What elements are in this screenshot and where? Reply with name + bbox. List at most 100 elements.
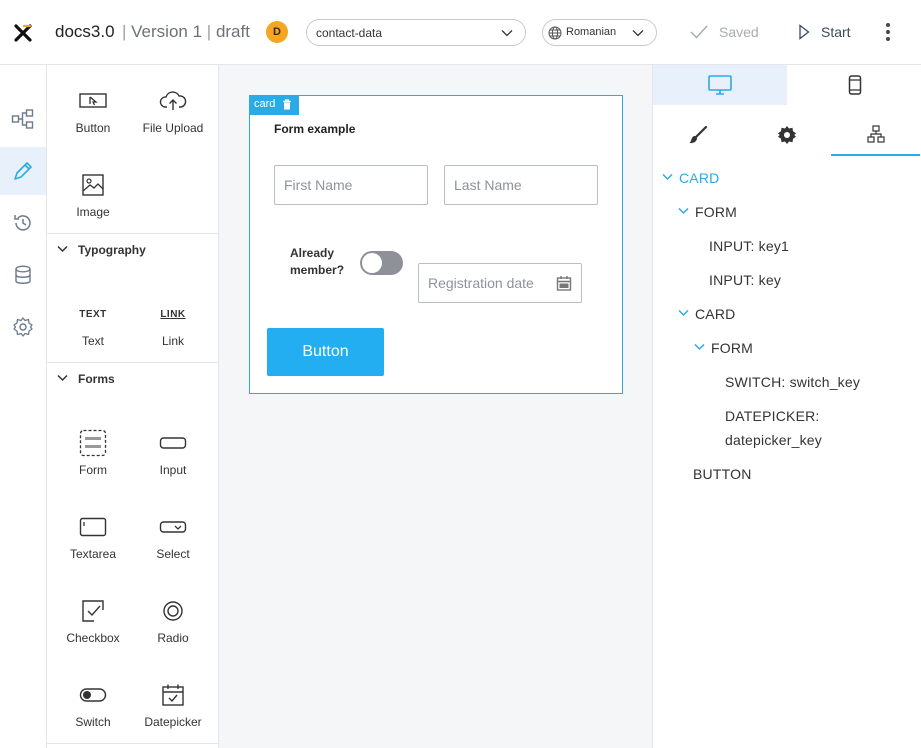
rail-item-settings[interactable] bbox=[0, 303, 46, 351]
first-name-input[interactable]: First Name bbox=[274, 165, 428, 205]
tree-node-datepicker-key[interactable]: datepicker_key bbox=[725, 432, 822, 448]
app-name: docs3.0 bbox=[55, 22, 115, 41]
section-forms[interactable]: Forms bbox=[47, 362, 218, 392]
switch-icon bbox=[79, 688, 107, 702]
palette-item-form[interactable]: Form bbox=[53, 429, 133, 477]
registration-date-input[interactable]: Registration date bbox=[418, 263, 582, 303]
palette-item-switch[interactable]: Switch bbox=[53, 681, 133, 729]
chevron-down-icon[interactable] bbox=[678, 207, 689, 215]
palette-item-text[interactable]: TEXT Text bbox=[53, 300, 133, 349]
checkbox-icon bbox=[82, 600, 104, 622]
palette-item-input[interactable]: Input bbox=[133, 429, 213, 477]
palette-item-checkbox[interactable]: Checkbox bbox=[53, 597, 133, 645]
globe-icon bbox=[548, 26, 562, 40]
tree-node-card[interactable]: CARD bbox=[678, 306, 735, 322]
tab-settings[interactable] bbox=[742, 113, 831, 156]
properties-panel: CARD FORM INPUT: key1 INPUT: key CARD FO… bbox=[652, 65, 921, 748]
tab-style[interactable] bbox=[653, 113, 742, 156]
more-options-icon[interactable] bbox=[878, 21, 898, 43]
chevron-down-icon bbox=[632, 30, 644, 37]
divider bbox=[47, 743, 218, 744]
top-bar: docs3.0 | Version 1 | draft D contact-da… bbox=[0, 0, 921, 65]
tree-node-input-key1[interactable]: INPUT: key1 bbox=[709, 238, 789, 254]
upload-cloud-icon bbox=[159, 91, 187, 110]
tree-node-button[interactable]: BUTTON bbox=[693, 466, 752, 482]
logo-icon[interactable] bbox=[13, 23, 33, 43]
text-icon: TEXT bbox=[79, 308, 107, 320]
palette-item-image[interactable]: Image bbox=[53, 171, 133, 219]
check-icon bbox=[690, 25, 708, 39]
card-tag: card bbox=[249, 95, 299, 115]
tree-node-datepicker[interactable]: DATEPICKER: bbox=[725, 408, 820, 424]
rail-item-flow[interactable] bbox=[0, 95, 46, 143]
tab-mobile[interactable] bbox=[788, 65, 921, 105]
database-icon bbox=[15, 265, 31, 284]
submit-button[interactable]: Button bbox=[267, 328, 384, 376]
data-source-select[interactable]: contact-data bbox=[306, 19, 526, 46]
tree-node-card[interactable]: CARD bbox=[662, 170, 719, 186]
palette-item-radio[interactable]: Radio bbox=[133, 597, 213, 645]
chevron-down-icon bbox=[501, 30, 513, 37]
language-select[interactable]: Romanian bbox=[542, 19, 657, 46]
design-canvas[interactable]: card Form example First Name Last Name A… bbox=[219, 65, 652, 748]
tree-node-form[interactable]: FORM bbox=[678, 204, 737, 220]
chevron-down-icon bbox=[57, 374, 68, 382]
language-value: Romanian bbox=[566, 26, 617, 38]
brush-icon bbox=[689, 125, 707, 143]
calendar-icon[interactable] bbox=[556, 275, 572, 291]
rail-item-history[interactable] bbox=[0, 199, 46, 247]
palette-item-datepicker[interactable]: Datepicker bbox=[133, 681, 213, 729]
rail-item-design[interactable] bbox=[0, 147, 46, 195]
chevron-down-icon[interactable] bbox=[678, 309, 689, 317]
separator: | bbox=[122, 22, 127, 41]
history-icon bbox=[14, 215, 31, 231]
mobile-icon bbox=[848, 75, 862, 95]
select-icon bbox=[159, 521, 187, 533]
state-label: draft bbox=[215, 22, 250, 41]
canvas-card[interactable]: card Form example First Name Last Name A… bbox=[249, 95, 623, 394]
image-icon bbox=[82, 174, 104, 196]
component-palette: Button File Upload Image Typography TEXT… bbox=[47, 65, 219, 748]
desktop-icon bbox=[708, 75, 732, 95]
tree-node-input-key[interactable]: INPUT: key bbox=[709, 272, 781, 288]
saved-label: Saved bbox=[719, 24, 759, 40]
start-label: Start bbox=[821, 24, 851, 40]
palette-item-link[interactable]: LINK Link bbox=[133, 300, 213, 349]
input-icon bbox=[159, 437, 187, 449]
chevron-down-icon[interactable] bbox=[662, 173, 673, 181]
form-icon bbox=[79, 429, 107, 457]
data-source-value: contact-data bbox=[316, 26, 383, 40]
palette-item-select[interactable]: Select bbox=[133, 513, 213, 561]
section-typography[interactable]: Typography bbox=[47, 233, 218, 263]
version-info: | Version 1 | draft bbox=[122, 22, 250, 42]
member-switch[interactable] bbox=[360, 251, 403, 275]
palette-item-textarea[interactable]: Textarea bbox=[53, 513, 133, 561]
user-badge[interactable]: D bbox=[266, 21, 288, 43]
gear-icon bbox=[777, 125, 796, 144]
rail-item-data[interactable] bbox=[0, 251, 46, 299]
tree-node-switch[interactable]: SWITCH: switch_key bbox=[725, 374, 860, 390]
button-icon bbox=[79, 93, 107, 108]
tab-structure[interactable] bbox=[831, 113, 920, 156]
palette-item-button[interactable]: Button bbox=[53, 87, 133, 135]
trash-icon[interactable] bbox=[282, 99, 292, 110]
last-name-input[interactable]: Last Name bbox=[444, 165, 598, 205]
chevron-down-icon bbox=[57, 245, 68, 253]
radio-icon bbox=[163, 601, 183, 621]
member-label: Already member? bbox=[290, 246, 345, 277]
flow-icon bbox=[11, 109, 34, 129]
play-icon bbox=[799, 24, 810, 40]
pen-icon bbox=[14, 162, 32, 180]
textarea-icon bbox=[79, 517, 107, 537]
palette-item-file-upload[interactable]: File Upload bbox=[133, 87, 213, 135]
link-icon: LINK bbox=[160, 308, 186, 320]
chevron-down-icon[interactable] bbox=[694, 343, 705, 351]
left-rail bbox=[0, 65, 47, 748]
tab-desktop[interactable] bbox=[653, 65, 787, 105]
tree-node-form[interactable]: FORM bbox=[694, 340, 753, 356]
datepicker-icon bbox=[162, 684, 184, 706]
version-label: Version 1 bbox=[131, 22, 203, 41]
hierarchy-icon bbox=[866, 124, 885, 143]
form-title: Form example bbox=[274, 122, 356, 136]
gear-icon bbox=[13, 317, 33, 337]
